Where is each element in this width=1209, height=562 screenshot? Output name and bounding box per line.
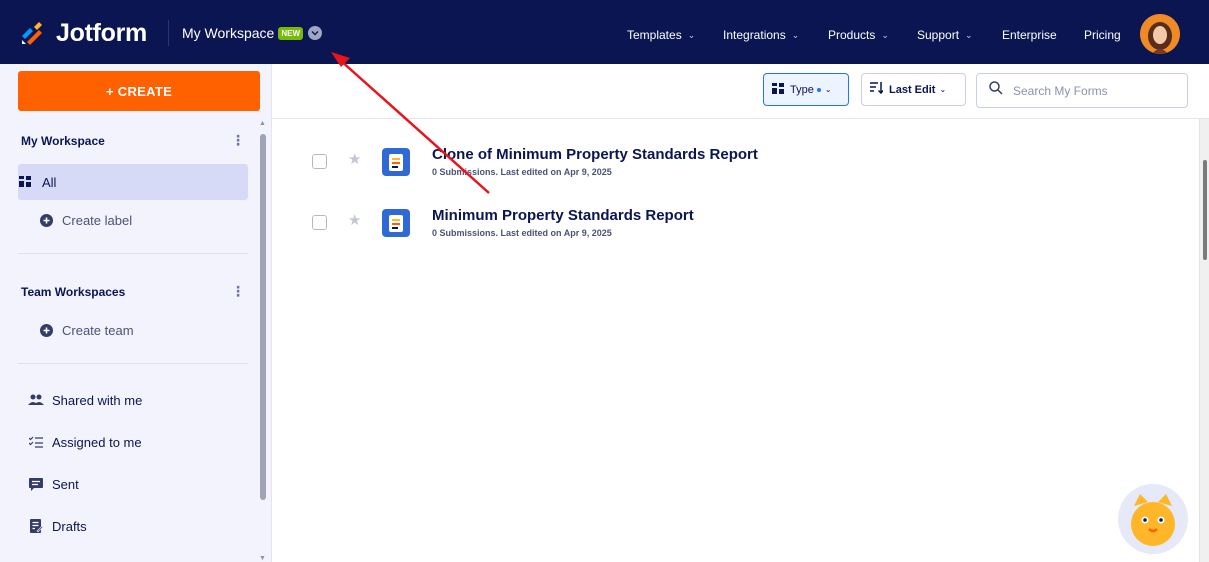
top-navigation-bar: Jotform My Workspace NEW Templates ⌄ Inte… xyxy=(0,0,1209,64)
chevron-down-icon: ⌄ xyxy=(939,85,947,94)
form-checkbox[interactable] xyxy=(312,215,327,230)
form-list-item[interactable]: ★ Minimum Property Standards Report 0 Su… xyxy=(272,191,1209,249)
sidebar-scrollbar[interactable]: ▲ ▼ xyxy=(258,120,268,562)
jotform-app: Jotform My Workspace NEW Templates ⌄ Inte… xyxy=(0,0,1209,562)
my-workspace-heading: My Workspace xyxy=(21,134,105,148)
grid-icon xyxy=(18,174,34,190)
sidebar-item-label: Drafts xyxy=(52,518,87,534)
form-document-icon xyxy=(382,209,410,237)
nav-label: Templates xyxy=(627,28,682,42)
search-icon xyxy=(989,81,1003,100)
workspace-title: My Workspace xyxy=(182,25,275,41)
sidebar-item-sent[interactable]: Sent xyxy=(28,466,258,502)
form-title[interactable]: Minimum Property Standards Report xyxy=(432,207,694,224)
plus-circle-icon xyxy=(38,322,54,338)
sort-icon xyxy=(870,82,884,97)
sort-button[interactable]: Last Edit ⌄ xyxy=(861,73,966,106)
grid-icon xyxy=(772,82,784,97)
sidebar-item-label: Sent xyxy=(52,476,79,492)
type-filter-button[interactable]: Type ⌄ xyxy=(763,73,849,106)
sidebar-item-shared-with-me[interactable]: Shared with me xyxy=(28,382,258,418)
avatar-portrait xyxy=(1140,14,1180,54)
nav-label: Integrations xyxy=(723,28,786,42)
create-label-text: Create label xyxy=(62,212,133,228)
team-workspaces-heading: Team Workspaces xyxy=(21,285,126,299)
sidebar-divider xyxy=(18,363,248,364)
nav-pricing[interactable]: Pricing xyxy=(1084,28,1121,42)
search-input[interactable] xyxy=(1013,83,1173,98)
plus-circle-icon xyxy=(38,212,54,228)
more-options-icon[interactable]: ⋮ xyxy=(231,132,245,149)
nav-support[interactable]: Support ⌄ xyxy=(917,28,973,42)
nav-label: Pricing xyxy=(1084,28,1121,42)
chevron-down-icon: ⌄ xyxy=(687,30,696,40)
nav-templates[interactable]: Templates ⌄ xyxy=(627,28,695,42)
create-button[interactable]: + CREATE xyxy=(18,71,260,111)
nav-label: Support xyxy=(917,28,960,42)
form-list-item[interactable]: ★ Clone of Minimum Property Standards Re… xyxy=(272,130,1209,188)
scrollbar-thumb[interactable] xyxy=(260,134,266,500)
ai-assistant-mascot[interactable] xyxy=(1118,484,1188,554)
user-avatar[interactable] xyxy=(1140,14,1180,54)
forms-toolbar: Type ⌄ Last Edit ⌄ xyxy=(272,64,1209,119)
create-team-link[interactable]: Create team xyxy=(38,312,268,348)
form-title[interactable]: Clone of Minimum Property Standards Repo… xyxy=(432,146,758,163)
chevron-down-icon[interactable] xyxy=(308,26,322,40)
chevron-down-icon: ⌄ xyxy=(965,30,973,40)
create-team-text: Create team xyxy=(62,322,134,338)
sidebar-item-drafts[interactable]: Drafts xyxy=(28,508,258,544)
window-scrollbar-thumb[interactable] xyxy=(1203,160,1207,260)
nav-enterprise[interactable]: Enterprise xyxy=(1002,28,1057,42)
sidebar-item-all[interactable]: All xyxy=(18,164,248,200)
new-badge: NEW xyxy=(278,26,303,40)
star-icon[interactable]: ★ xyxy=(348,150,361,168)
nav-label: Enterprise xyxy=(1002,28,1057,42)
star-icon[interactable]: ★ xyxy=(348,211,361,229)
more-options-icon[interactable]: ⋮ xyxy=(231,283,245,300)
form-meta: 0 Submissions. Last edited on Apr 9, 202… xyxy=(432,167,612,177)
sidebar-divider xyxy=(18,253,248,254)
scroll-up-icon[interactable]: ▲ xyxy=(259,120,266,127)
sidebar-item-label: Assigned to me xyxy=(52,434,142,450)
people-icon xyxy=(28,392,44,408)
sidebar-item-label: Shared with me xyxy=(52,392,143,408)
logo-divider xyxy=(168,20,169,46)
brand-name: Jotform xyxy=(56,19,147,47)
sidebar: + CREATE My Workspace ⋮ All Create label… xyxy=(0,64,272,562)
draft-icon xyxy=(28,518,44,534)
scroll-down-icon[interactable]: ▼ xyxy=(259,555,266,562)
type-filter-label: Type xyxy=(790,83,814,96)
search-forms-box[interactable] xyxy=(976,73,1188,108)
jotform-logo[interactable]: Jotform xyxy=(18,18,147,48)
message-icon xyxy=(28,476,44,492)
form-checkbox[interactable] xyxy=(312,154,327,169)
jotform-logo-icon xyxy=(22,22,42,45)
form-document-icon xyxy=(382,148,410,176)
chevron-down-icon: ⌄ xyxy=(791,30,800,40)
chevron-down-icon: ⌄ xyxy=(824,85,832,94)
workspace-switcher[interactable]: My Workspace NEW xyxy=(182,24,322,42)
chevron-down-icon: ⌄ xyxy=(881,30,889,40)
nav-label: Products xyxy=(828,28,876,42)
list-check-icon xyxy=(28,434,44,450)
sidebar-item-assigned-to-me[interactable]: Assigned to me xyxy=(28,424,258,460)
form-meta: 0 Submissions. Last edited on Apr 9, 202… xyxy=(432,228,612,238)
active-filter-dot xyxy=(816,87,821,92)
create-label-link[interactable]: Create label xyxy=(38,202,268,238)
nav-integrations[interactable]: Integrations ⌄ xyxy=(723,28,799,42)
sidebar-item-label: All xyxy=(42,174,57,190)
mascot-face-icon xyxy=(1131,494,1175,546)
sort-label: Last Edit xyxy=(889,83,936,96)
nav-products[interactable]: Products ⌄ xyxy=(828,28,889,42)
